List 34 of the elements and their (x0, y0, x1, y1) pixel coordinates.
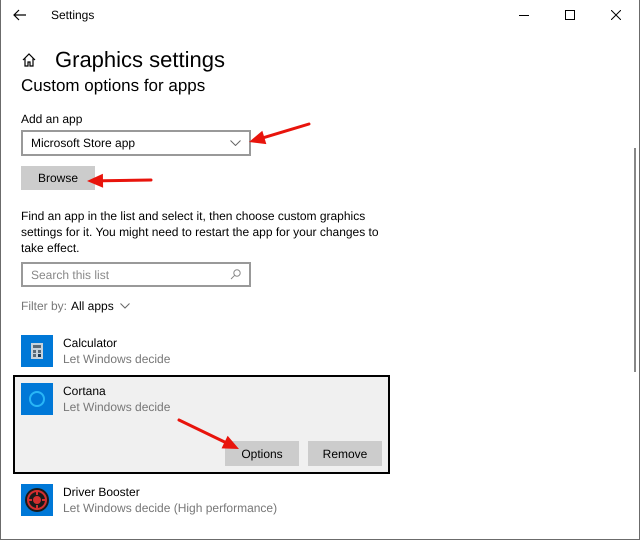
app-action-button[interactable]: Options (225, 441, 299, 466)
app-type-dropdown[interactable]: Microsoft Store app (21, 130, 251, 156)
description-text: Find an app in the list and select it, then choose custom graphics settings for it. You might need to restart the app for your changes to take effect. (21, 208, 380, 256)
app-list-item[interactable]: Calculator Let Windows decide (13, 333, 390, 369)
chevron-down-icon (120, 303, 130, 309)
search-icon (230, 269, 241, 280)
app-status: Let Windows decide (63, 351, 170, 367)
home-icon (21, 52, 37, 68)
search-field[interactable]: Search this list (21, 262, 251, 287)
filter-label: Filter by: (21, 298, 68, 315)
page-title: Graphics settings (55, 46, 225, 74)
app-status: Let Windows decide (63, 399, 170, 415)
filter-dropdown[interactable]: All apps (71, 297, 130, 315)
annotation-arrow (87, 174, 152, 188)
app-name: Driver Booster (63, 484, 141, 500)
app-name: Cortana (63, 383, 107, 399)
add-app-label: Add an app (21, 112, 84, 126)
gear-icon (21, 484, 53, 516)
annotation-arrow (249, 122, 310, 144)
annotation-arrow (178, 418, 239, 449)
back-arrow-icon (13, 9, 27, 21)
close-icon (611, 10, 621, 20)
app-action-button[interactable]: Remove (308, 441, 382, 466)
minimize-icon (519, 14, 529, 16)
section-title: Custom options for apps (21, 76, 206, 96)
window-title: Settings (51, 7, 94, 24)
app-name: Calculator (63, 335, 118, 351)
app-list-item[interactable]: Driver Booster Let Windows decide (High performance) (13, 482, 390, 518)
app-list-item[interactable]: Cortana Let Windows decide Options Remove (13, 375, 390, 474)
app-status: Let Windows decide (High performance) (63, 500, 278, 516)
chevron-down-icon (230, 140, 241, 146)
maximize-icon (565, 10, 575, 20)
browse-button[interactable]: Browse (21, 166, 95, 190)
calculator-icon (21, 335, 53, 367)
